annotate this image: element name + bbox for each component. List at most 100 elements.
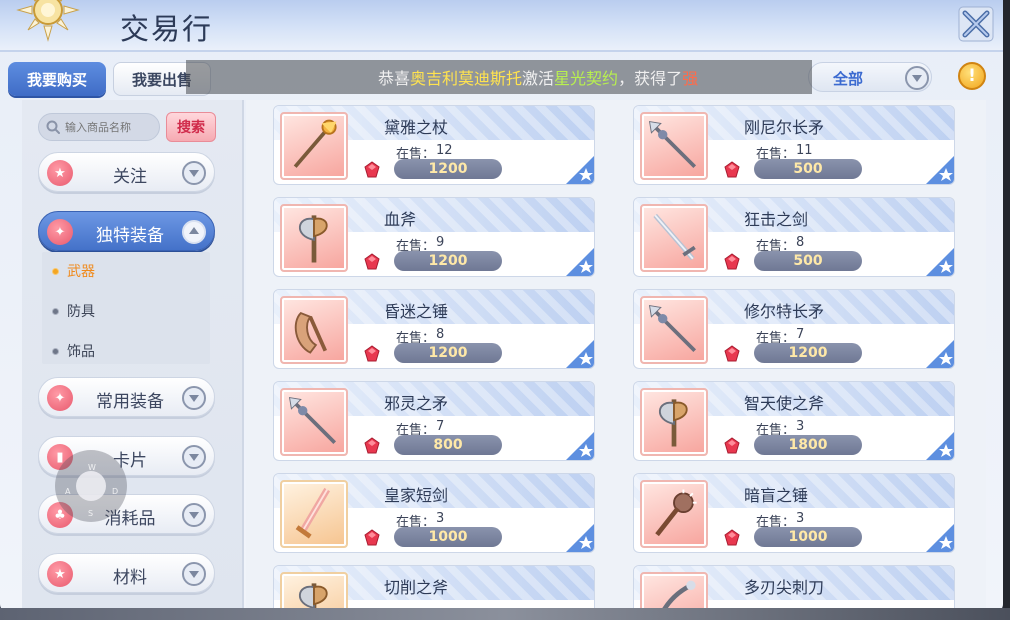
item-stock-count: 3 [796, 419, 805, 434]
broadcast-verb: 激活 [522, 69, 555, 88]
ruby-currency-icon [364, 345, 380, 362]
item-thumbnail [280, 112, 348, 180]
item-name: 黛雅之杖 [384, 118, 449, 137]
dagger-icon [295, 487, 331, 539]
item-thumbnail [640, 572, 708, 612]
ruby-currency-icon [724, 437, 740, 454]
item-price: 1800 [754, 435, 862, 455]
item-card[interactable]: 昏迷之锤 在售： 8 1200 [273, 289, 595, 369]
item-card[interactable]: 邪灵之矛 在售： 7 800 [273, 381, 595, 461]
item-stock-count: 3 [436, 511, 445, 526]
screen-edge [1003, 0, 1010, 620]
item-thumbnail [640, 388, 708, 456]
item-stock-count: 12 [436, 143, 453, 158]
item-stock-count: 8 [436, 327, 445, 342]
joystick-knob[interactable] [76, 471, 106, 501]
spear-icon [648, 120, 697, 169]
title-bar: 交易行 [0, 0, 1003, 52]
chevron-down-icon [182, 161, 206, 185]
item-card[interactable]: 智天使之斧 在售： 3 1800 [633, 381, 955, 461]
blade-icon [660, 580, 696, 612]
chevron-down-icon [182, 562, 206, 586]
item-price: 500 [754, 251, 862, 271]
item-name: 暗盲之锤 [744, 486, 809, 505]
item-thumbnail [640, 204, 708, 272]
ruby-currency-icon [364, 529, 380, 546]
favorite-star-icon[interactable] [564, 338, 595, 369]
favorite-star-icon[interactable] [924, 338, 955, 369]
item-thumbnail [280, 296, 348, 364]
item-card[interactable]: 刚尼尔长矛 在售： 11 500 [633, 105, 955, 185]
bullet-icon [52, 307, 59, 315]
subcategory-weapons[interactable]: 武器 [52, 261, 95, 281]
broadcast-prefix: 恭喜 [378, 69, 411, 88]
staff-icon [293, 119, 337, 168]
item-thumbnail [280, 204, 348, 272]
hammer-icon [294, 311, 328, 354]
virtual-joystick[interactable]: W A D S [55, 450, 127, 522]
category-materials[interactable]: ★ 材料 [38, 553, 215, 593]
item-thumbnail [640, 296, 708, 364]
item-price: 500 [754, 159, 862, 179]
item-name: 修尔特长矛 [744, 302, 825, 321]
close-icon[interactable] [958, 6, 994, 42]
ruby-currency-icon [364, 437, 380, 454]
axe-icon [658, 399, 688, 447]
bullet-icon [52, 267, 59, 275]
tab-buy[interactable]: 我要购买 [8, 62, 106, 96]
favorite-star-icon[interactable] [924, 522, 955, 553]
item-stock-count: 9 [436, 235, 445, 250]
axe-icon [298, 215, 328, 263]
subcategory-armor[interactable]: 防具 [52, 301, 95, 321]
search-button[interactable]: 搜索 [166, 112, 216, 142]
category-favorites[interactable]: ★ 关注 [38, 152, 215, 192]
ruby-currency-icon [724, 161, 740, 178]
favorite-star-icon[interactable] [564, 246, 595, 277]
ruby-currency-icon [364, 253, 380, 270]
crest-icon: ✦ [47, 219, 73, 245]
chevron-down-icon [182, 386, 206, 410]
mace-icon [655, 489, 697, 537]
item-stock-count: 8 [796, 235, 805, 250]
item-card[interactable]: 血斧 在售： 9 1200 [273, 197, 595, 277]
info-icon[interactable]: ! [958, 62, 986, 90]
joystick-label-down: S [88, 509, 94, 518]
category-label: 材料 [113, 568, 147, 588]
favorite-star-icon[interactable] [564, 522, 595, 553]
item-card[interactable]: 暗盲之锤 在售： 3 1000 [633, 473, 955, 553]
item-name: 智天使之斧 [744, 394, 825, 413]
item-price: 1200 [394, 251, 502, 271]
item-card[interactable]: 狂击之剑 在售： 8 500 [633, 197, 955, 277]
item-price: 1000 [394, 527, 502, 547]
item-thumbnail [280, 388, 348, 456]
item-card[interactable]: 皇家短剑 在售： 3 1000 [273, 473, 595, 553]
search-field[interactable] [38, 113, 160, 141]
chevron-down-icon [182, 503, 206, 527]
search-input[interactable] [65, 117, 157, 137]
item-card[interactable]: 黛雅之杖 在售： 12 1200 [273, 105, 595, 185]
category-label: 独特装备 [96, 226, 164, 246]
item-card[interactable]: 多刃尖刺刀 [633, 565, 955, 612]
favorite-star-icon[interactable] [564, 154, 595, 185]
subcategory-accessories[interactable]: 饰品 [52, 341, 95, 361]
category-unique-equipment[interactable]: ✦ 独特装备 [38, 211, 215, 251]
favorite-star-icon[interactable] [924, 154, 955, 185]
favorite-star-icon[interactable] [924, 246, 955, 277]
joystick-label-left: A [65, 487, 71, 496]
spear-icon [648, 304, 697, 353]
chevron-down-icon [182, 445, 206, 469]
item-card[interactable]: 切削之斧 [273, 565, 595, 612]
broadcast-item: 星光契约 [554, 69, 619, 88]
favorite-star-icon[interactable] [564, 430, 595, 461]
chevron-up-icon [182, 220, 206, 244]
item-name: 皇家短剑 [384, 486, 449, 505]
favorite-star-icon[interactable] [924, 430, 955, 461]
item-name: 昏迷之锤 [384, 302, 449, 321]
category-filter-dropdown[interactable]: 全部 [808, 62, 932, 92]
category-common-equipment[interactable]: ✦ 常用装备 [38, 377, 215, 417]
item-card[interactable]: 修尔特长矛 在售： 7 1200 [633, 289, 955, 369]
item-thumbnail [640, 112, 708, 180]
item-name: 邪灵之矛 [384, 394, 449, 413]
broadcast-tail: 强 [682, 69, 699, 88]
broadcast-player: 奥吉利莫迪斯托 [410, 69, 523, 88]
